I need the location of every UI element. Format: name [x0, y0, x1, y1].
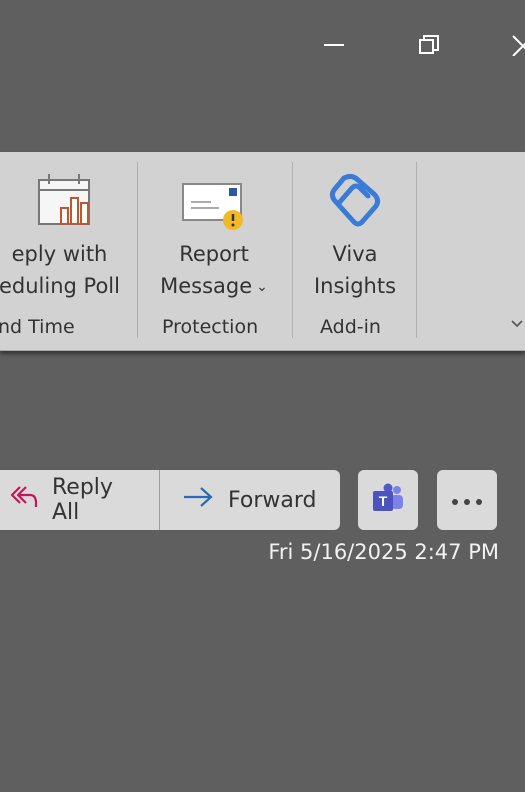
close-button[interactable]	[495, 22, 525, 68]
group-label-add-in: Add-in	[320, 316, 381, 338]
restore-button[interactable]	[406, 22, 452, 68]
title-bar	[0, 0, 525, 152]
teams-button[interactable]: T	[358, 470, 418, 530]
minimize-button[interactable]	[311, 22, 357, 68]
group-separator	[292, 162, 293, 338]
reply-all-icon	[8, 483, 38, 517]
forward-label: Forward	[228, 487, 317, 513]
close-icon	[507, 34, 525, 56]
group-label-protection: Protection	[162, 316, 259, 338]
more-actions-button[interactable]	[437, 470, 497, 530]
report-message-icon	[181, 164, 247, 232]
scheduling-poll-icon	[25, 164, 95, 232]
reply-all-button[interactable]: Reply All	[0, 470, 160, 530]
svg-text:T: T	[379, 493, 388, 509]
button-label-line2: eduling Poll	[0, 274, 120, 298]
reply-all-label: Reply All	[52, 475, 113, 525]
group-label-find-time: nd Time	[0, 316, 75, 338]
message-timestamp: Fri 5/16/2025 2:47 PM	[268, 540, 499, 564]
reply-with-scheduling-poll-button[interactable]: eply with eduling Poll	[0, 164, 127, 302]
minimize-icon	[323, 34, 345, 56]
button-label-line1: Viva	[332, 242, 378, 266]
response-actions: Reply All Forward	[0, 470, 340, 530]
group-separator	[137, 162, 138, 338]
button-label-line1: Report	[179, 242, 249, 266]
more-icon	[451, 491, 483, 510]
report-message-button[interactable]: Report Message ⌄	[150, 164, 278, 303]
restore-icon	[418, 34, 440, 56]
forward-button[interactable]: Forward	[160, 470, 340, 530]
viva-insights-icon	[324, 164, 386, 232]
button-label-line2: Insights	[313, 274, 397, 298]
chevron-down-icon	[510, 316, 524, 335]
forward-arrow-icon	[182, 486, 214, 514]
teams-icon: T	[371, 483, 405, 517]
ribbon: eply with eduling Poll nd Time Report Me…	[0, 152, 525, 351]
chevron-down-icon[interactable]: ⌄	[256, 279, 268, 295]
ribbon-expand-button[interactable]	[510, 316, 524, 335]
button-label-line2: Message	[160, 274, 253, 298]
group-separator	[416, 162, 417, 338]
viva-insights-button[interactable]: Viva Insights	[300, 164, 410, 302]
button-label-line1: eply with	[11, 242, 108, 266]
